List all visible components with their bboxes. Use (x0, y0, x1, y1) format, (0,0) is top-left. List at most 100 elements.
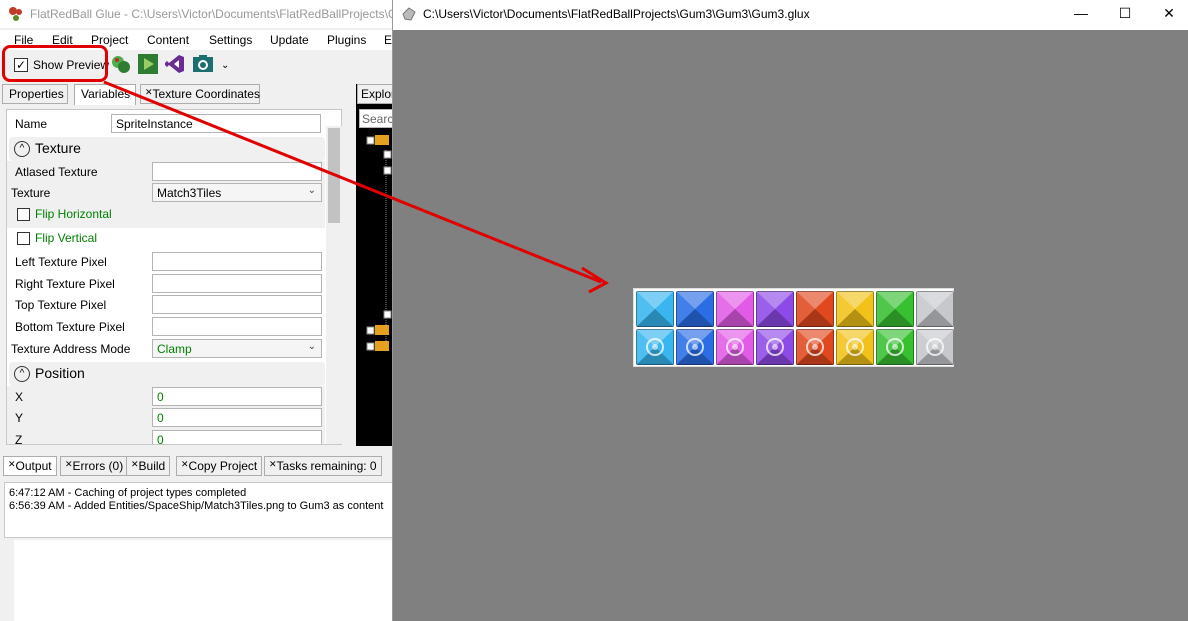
prop-bottom-texture-pixel-field[interactable] (152, 317, 322, 336)
tab-explorer[interactable]: Explor (357, 84, 397, 104)
prop-right-texture-pixel-field[interactable] (152, 274, 322, 293)
prop-texture-dropdown[interactable]: Match3Tiles ⌄ (152, 183, 322, 202)
close-icon[interactable]: ✕ (131, 459, 139, 469)
menu-overflow[interactable]: E (384, 33, 392, 47)
property-scrollbar-thumb[interactable] (328, 128, 340, 223)
tab-errors[interactable]: ✕Errors (0) (60, 456, 129, 476)
prop-left-texture-pixel-label: Left Texture Pixel (15, 255, 107, 269)
glue-refresh-icon[interactable] (110, 53, 132, 75)
menu-content[interactable]: Content (147, 33, 189, 47)
minimize-icon[interactable]: — (1059, 3, 1103, 25)
prop-top-texture-pixel-label: Top Texture Pixel (15, 298, 107, 312)
category-texture[interactable]: ^ Texture (9, 137, 325, 161)
tile-crown (836, 329, 874, 365)
tile-snowflake (636, 329, 674, 365)
maximize-icon[interactable]: ☐ (1103, 3, 1147, 25)
menu-update[interactable]: Update (270, 33, 309, 47)
prop-x-field[interactable]: 0 (152, 387, 322, 406)
tile-plain (676, 291, 714, 327)
flip-vertical-label: Flip Vertical (35, 231, 98, 245)
tile-swirl (796, 329, 834, 365)
prop-texture-value: Match3Tiles (157, 186, 222, 200)
prop-left-texture-pixel: Left Texture Pixel (7, 251, 325, 273)
tile-plain (756, 291, 794, 327)
close-icon[interactable]: ✕ (65, 459, 73, 469)
prop-right-texture-pixel: Right Texture Pixel (7, 273, 325, 295)
output-line: 6:56:39 AM - Added Entities/SpaceShip/Ma… (9, 500, 384, 512)
play-icon[interactable] (137, 53, 159, 75)
tab-copy-project[interactable]: ✕Copy Project (176, 456, 263, 476)
output-panel[interactable]: 6:47:12 AM - Caching of project types co… (4, 482, 394, 538)
collapse-icon[interactable]: ^ (14, 366, 30, 382)
prop-atlased-texture-field[interactable] (152, 162, 322, 181)
tile-ring (916, 329, 954, 365)
prop-top-texture-pixel: Top Texture Pixel (7, 294, 325, 316)
glue-lower-area (0, 540, 394, 621)
prop-name-field[interactable]: SpriteInstance (111, 114, 321, 133)
close-icon[interactable]: ✕ (1147, 3, 1188, 25)
close-icon[interactable]: ✕ (145, 87, 153, 97)
tab-errors-label: Errors (0) (72, 459, 124, 473)
prop-y-field[interactable]: 0 (152, 408, 322, 427)
prop-name-label: Name (15, 117, 48, 131)
tab-tasks-remaining[interactable]: ✕Tasks remaining: 0 (264, 456, 382, 476)
chevron-down-icon: ⌄ (307, 341, 316, 352)
tab-texture-coordinates-label: Texture Coordinates (152, 87, 260, 101)
prop-z: Z 0 (7, 429, 325, 444)
prop-atlased-texture-label: Atlased Texture (15, 165, 98, 179)
prop-left-texture-pixel-field[interactable] (152, 252, 322, 271)
tile-potion (676, 329, 714, 365)
preview-title-bar: C:\Users\Victor\Documents\FlatRedBallPro… (393, 0, 1188, 30)
prop-y: Y 0 (7, 407, 325, 429)
prop-name: Name SpriteInstance (7, 113, 325, 135)
collapse-icon[interactable]: ^ (14, 141, 30, 157)
flatredball-logo-icon (9, 7, 22, 21)
visual-studio-icon[interactable] (164, 53, 186, 75)
prop-texture-address-mode-dropdown[interactable]: Clamp ⌄ (152, 339, 322, 358)
show-preview-highlight-annotation (2, 45, 108, 82)
tab-build[interactable]: ✕Build (126, 456, 171, 476)
glue-title-bar: FlatRedBall Glue - C:\Users\Victor\Docum… (0, 0, 404, 28)
category-texture-label: Texture (35, 140, 81, 156)
prop-flip-horizontal[interactable]: Flip Horizontal (7, 204, 325, 228)
close-icon[interactable]: ✕ (8, 459, 16, 469)
chevron-down-icon: ⌄ (307, 185, 316, 196)
close-icon[interactable]: ✕ (269, 459, 277, 469)
flip-horizontal-label: Flip Horizontal (35, 207, 112, 221)
preview-window: C:\Users\Victor\Documents\FlatRedBallPro… (392, 0, 1188, 621)
tile-skull (716, 329, 754, 365)
tile-plain (836, 291, 874, 327)
tile-plain (636, 291, 674, 327)
tab-properties[interactable]: Properties (2, 84, 68, 104)
prop-texture: Texture Match3Tiles ⌄ (7, 182, 325, 204)
tab-tasks-remaining-label: Tasks remaining: 0 (276, 459, 377, 473)
tile-spiral (756, 329, 794, 365)
explorer-tree[interactable] (356, 84, 394, 446)
overflow-chevron-icon[interactable]: ⌄ (221, 60, 229, 71)
tile-alien (876, 329, 914, 365)
prop-z-field[interactable]: 0 (152, 430, 322, 444)
camera-icon[interactable] (192, 53, 214, 75)
flip-vertical-checkbox[interactable] (17, 232, 30, 245)
property-grid: Name SpriteInstance ^ Texture Atlased Te… (6, 109, 342, 445)
tab-texture-coordinates[interactable]: ✕Texture Coordinates (140, 84, 260, 104)
menu-settings[interactable]: Settings (209, 33, 252, 47)
tab-variables[interactable]: Variables (74, 84, 136, 105)
preview-title: C:\Users\Victor\Documents\FlatRedBallPro… (423, 7, 810, 21)
tile-plain (796, 291, 834, 327)
category-position[interactable]: ^ Position (9, 362, 325, 386)
tab-output-label: Output (15, 459, 52, 473)
prop-texture-address-mode-label: Texture Address Mode (11, 342, 131, 356)
prop-right-texture-pixel-label: Right Texture Pixel (15, 277, 115, 291)
prop-top-texture-pixel-field[interactable] (152, 295, 322, 314)
prop-texture-address-mode-value: Clamp (157, 342, 192, 356)
flip-horizontal-checkbox[interactable] (17, 208, 30, 221)
menu-plugins[interactable]: Plugins (327, 33, 366, 47)
close-icon[interactable]: ✕ (181, 459, 189, 469)
prop-texture-label: Texture (11, 186, 51, 200)
sprite-instance-preview (633, 288, 954, 367)
output-line: 6:47:12 AM - Caching of project types co… (9, 487, 247, 499)
tab-output[interactable]: ✕Output (3, 456, 57, 476)
prop-flip-vertical[interactable]: Flip Vertical (7, 228, 325, 252)
tab-build-label: Build (138, 459, 166, 473)
